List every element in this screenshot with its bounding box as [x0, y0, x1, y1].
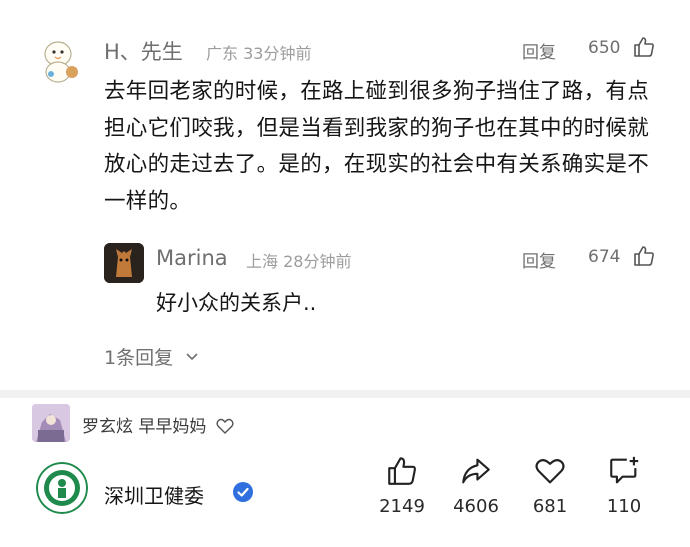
commenter-avatar[interactable] — [36, 34, 88, 86]
share-icon — [462, 458, 490, 484]
reply-to-reply-button[interactable]: 回复 — [522, 247, 556, 272]
reply-location: 上海 — [246, 252, 279, 271]
heart-icon — [535, 459, 565, 484]
share-count: 4606 — [453, 496, 499, 517]
comment-time: 33分钟前 — [243, 44, 312, 63]
thumbs-up-icon[interactable] — [632, 244, 656, 268]
reply-username[interactable]: Marina — [156, 246, 228, 270]
chevron-down-icon — [186, 353, 198, 361]
more-replies-label: 1条回复 — [104, 347, 174, 369]
thumbs-up-icon[interactable] — [632, 35, 656, 59]
reply-avatar[interactable] — [104, 243, 144, 283]
reply-text: 好小众的关系户.. — [156, 291, 317, 315]
more-replies-link[interactable]: 1条回复 — [104, 343, 199, 370]
comment-add-icon — [610, 456, 639, 484]
liker-names: 罗玄炫 早早妈妈 — [82, 417, 207, 437]
liker-avatar[interactable] — [32, 404, 70, 442]
verified-badge-icon — [232, 481, 254, 503]
account-logo[interactable] — [36, 462, 88, 514]
thumbs-up-icon — [388, 457, 416, 485]
reply-meta: 上海 28分钟前 — [246, 248, 351, 272]
favorite-count: 681 — [532, 496, 568, 517]
commenter-username[interactable]: H、先生 — [104, 36, 183, 66]
comment-like-count: 650 — [588, 38, 621, 58]
reply-like-count: 674 — [588, 247, 621, 267]
like-action[interactable]: 2149 — [372, 454, 432, 517]
like-count: 2149 — [379, 496, 425, 517]
comment-location: 广东 — [206, 44, 239, 63]
comment-action[interactable]: 110 — [594, 454, 654, 517]
account-name[interactable]: 深圳卫健委 — [104, 480, 204, 509]
reply-time: 28分钟前 — [283, 252, 352, 271]
liker-info: 罗玄炫 早早妈妈 — [82, 412, 234, 437]
comment-meta: 广东 33分钟前 — [206, 40, 311, 64]
reply-button[interactable]: 回复 — [522, 38, 556, 63]
section-divider — [0, 390, 690, 398]
share-action[interactable]: 4606 — [446, 454, 506, 517]
comment-text: 去年回老家的时候，在路上碰到很多狗子挡住了路，有点担心它们咬我，但是当看到我家的… — [104, 79, 650, 214]
heart-outline-icon — [216, 418, 234, 434]
favorite-action[interactable]: 681 — [520, 454, 580, 517]
comment-count: 110 — [606, 496, 642, 517]
